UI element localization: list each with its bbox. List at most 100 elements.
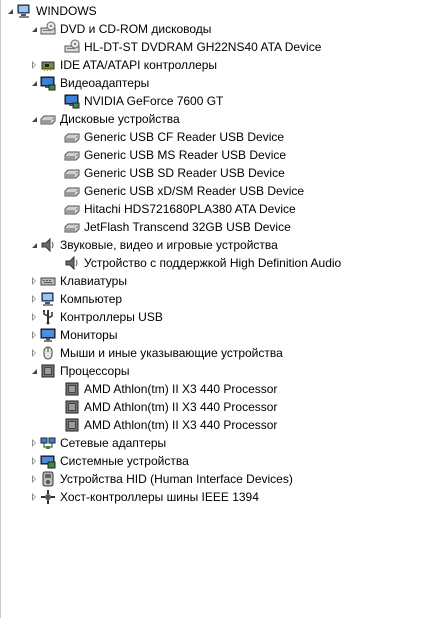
mouse-icon: [43, 346, 53, 360]
disk-drive-icon: [64, 223, 80, 233]
tree-category-item[interactable]: Клавиатуры: [30, 272, 127, 290]
network-adapter-icon: [40, 437, 56, 449]
expanded-arrow-glyph: [32, 27, 37, 32]
tree-device-item[interactable]: Generic USB SD Reader USB Device: [54, 164, 285, 182]
collapsed-arrow-icon[interactable]: [30, 272, 40, 290]
processor-icon: [41, 364, 55, 378]
tree-category-item[interactable]: Звуковые, видео и игровые устройства: [30, 236, 278, 254]
tree-item-label: Хост-контроллеры шины IEEE 1394: [60, 490, 259, 504]
tree-item-label: Hitachi HDS721680PLA380 ATA Device: [84, 202, 296, 216]
tree-item-label: WINDOWS: [36, 4, 97, 18]
collapsed-arrow-icon[interactable]: [30, 326, 40, 344]
display-adapter-icon: [40, 76, 56, 91]
collapsed-arrow-icon[interactable]: [30, 308, 40, 326]
tree-category-item[interactable]: Дисковые устройства: [30, 110, 180, 128]
tree-item-label: Контроллеры USB: [60, 310, 163, 324]
tree-category-item[interactable]: Процессоры: [30, 362, 130, 380]
tree-device-item[interactable]: AMD Athlon(tm) II X3 440 Processor: [54, 416, 277, 434]
computer-icon: [17, 4, 30, 18]
expanded-arrow-icon[interactable]: [30, 20, 40, 38]
tree-category-item[interactable]: Устройства HID (Human Interface Devices): [30, 470, 293, 488]
ide-controller-icon: [41, 61, 55, 71]
speaker-icon: [65, 255, 78, 271]
tree-item-label: Компьютер: [60, 292, 123, 306]
tree-category-item[interactable]: DVD и CD-ROM дисководы: [30, 20, 211, 38]
collapsed-arrow-icon[interactable]: [30, 452, 40, 470]
tree-device-item[interactable]: AMD Athlon(tm) II X3 440 Processor: [54, 398, 277, 416]
tree-category-item[interactable]: Видеоадаптеры: [30, 74, 149, 92]
tree-item-label: Generic USB xD/SM Reader USB Device: [84, 184, 305, 198]
tree-category-item[interactable]: Сетевые адаптеры: [30, 434, 166, 452]
expanded-arrow-icon[interactable]: [30, 110, 40, 128]
collapsed-arrow-icon[interactable]: [30, 470, 40, 488]
processor-icon: [65, 418, 79, 432]
tree-item-label: Сетевые адаптеры: [60, 436, 167, 450]
ieee1394-icon: [41, 490, 55, 504]
tree-category-item[interactable]: IDE ATA/ATAPI контроллеры: [30, 56, 217, 74]
tree-device-item[interactable]: AMD Athlon(tm) II X3 440 Processor: [54, 380, 277, 398]
disk-drive-icon: [64, 187, 80, 197]
dvd-drive-icon: [64, 39, 80, 53]
disk-drive-icon: [64, 205, 80, 215]
disk-drive-icon: [64, 169, 80, 179]
tree-device-item[interactable]: JetFlash Transcend 32GB USB Device: [54, 218, 291, 236]
tree-item-label: AMD Athlon(tm) II X3 440 Processor: [84, 418, 278, 432]
tree-item-label: Процессоры: [60, 364, 130, 378]
disk-drive-icon: [64, 151, 80, 161]
tree-item-label: NVIDIA GeForce 7600 GT: [84, 94, 224, 108]
tree-device-item[interactable]: Generic USB MS Reader USB Device: [54, 146, 286, 164]
tree-category-item[interactable]: Системные устройства: [30, 452, 189, 470]
collapsed-arrow-icon[interactable]: [30, 344, 40, 362]
tree-category-item[interactable]: Хост-контроллеры шины IEEE 1394: [30, 488, 259, 506]
tree-item-label: AMD Athlon(tm) II X3 440 Processor: [84, 382, 278, 396]
tree-device-item[interactable]: Generic USB CF Reader USB Device: [54, 128, 284, 146]
system-device-icon: [40, 455, 56, 469]
tree-item-label: Звуковые, видео и игровые устройства: [60, 238, 278, 252]
tree-item-label: IDE ATA/ATAPI контроллеры: [60, 58, 218, 72]
window-left-border: [0, 0, 1, 618]
tree-item-label: AMD Athlon(tm) II X3 440 Processor: [84, 400, 278, 414]
tree-item-label: Устройство с поддержкой High Definition …: [84, 256, 342, 270]
expanded-arrow-glyph: [32, 117, 37, 122]
tree-item-label: HL-DT-ST DVDRAM GH22NS40 ATA Device: [84, 40, 322, 54]
keyboard-icon: [40, 277, 56, 286]
tree-category-item[interactable]: Контроллеры USB: [30, 308, 163, 326]
collapsed-arrow-icon[interactable]: [30, 434, 40, 452]
expanded-arrow-icon[interactable]: [6, 2, 16, 20]
collapsed-arrow-icon[interactable]: [30, 488, 40, 506]
tree-category-item[interactable]: Мониторы: [30, 326, 117, 344]
disk-drive-icon: [40, 115, 56, 125]
expanded-arrow-icon[interactable]: [30, 362, 40, 380]
expanded-arrow-icon[interactable]: [30, 236, 40, 254]
collapsed-arrow-icon[interactable]: [30, 290, 40, 308]
tree-item-label: Generic USB SD Reader USB Device: [84, 166, 285, 180]
tree-device-item[interactable]: Hitachi HDS721680PLA380 ATA Device: [54, 200, 296, 218]
tree-category-item[interactable]: Мыши и иные указывающие устройства: [30, 344, 283, 362]
tree-root-windows[interactable]: WINDOWS: [6, 2, 97, 20]
expanded-arrow-glyph: [8, 9, 13, 14]
tree-category-item[interactable]: Компьютер: [30, 290, 122, 308]
computer-icon: [41, 292, 54, 306]
tree-item-label: Мыши и иные указывающие устройства: [60, 346, 283, 360]
expanded-arrow-icon[interactable]: [30, 74, 40, 92]
processor-icon: [65, 382, 79, 396]
usb-controller-icon: [43, 310, 53, 325]
tree-device-item[interactable]: HL-DT-ST DVDRAM GH22NS40 ATA Device: [54, 38, 321, 56]
collapsed-arrow-icon[interactable]: [30, 56, 40, 74]
tree-device-item[interactable]: NVIDIA GeForce 7600 GT: [54, 92, 223, 110]
tree-item-label: JetFlash Transcend 32GB USB Device: [84, 220, 291, 234]
tree-device-item[interactable]: Устройство с поддержкой High Definition …: [54, 254, 341, 272]
tree-device-item[interactable]: Generic USB xD/SM Reader USB Device: [54, 182, 304, 200]
